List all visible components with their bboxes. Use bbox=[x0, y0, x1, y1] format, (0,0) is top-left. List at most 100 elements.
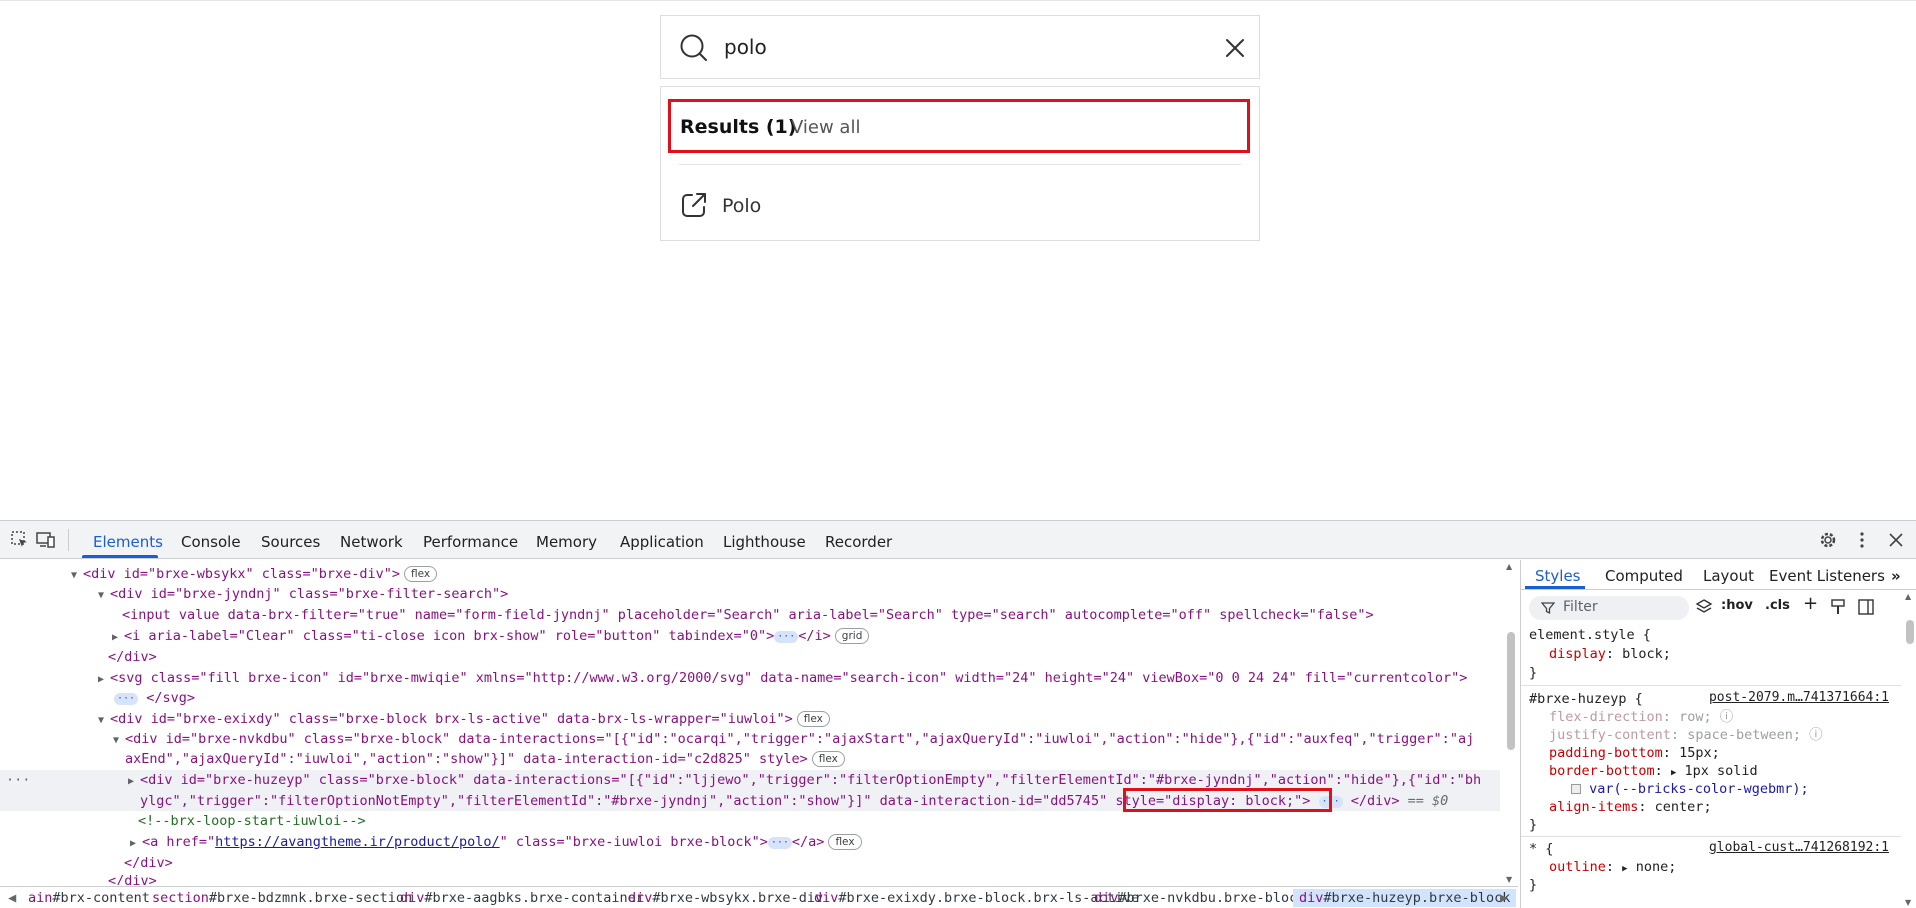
dom-node[interactable]: ▼ <div id="brxe-wbsykx" class="brxe-div">… bbox=[0, 564, 1500, 584]
class-toggle[interactable]: .cls bbox=[1765, 598, 1790, 613]
rule-source-link[interactable]: global-cust…741268192:1 bbox=[1709, 840, 1889, 855]
scroll-up-icon[interactable]: ▲ bbox=[1905, 592, 1911, 601]
more-tabs-icon[interactable]: » bbox=[1891, 567, 1901, 585]
rule-close: } bbox=[1529, 817, 1538, 833]
hover-state-toggle[interactable]: :hov bbox=[1721, 598, 1753, 613]
ellipsis-icon[interactable]: ··· bbox=[767, 837, 792, 849]
dom-node[interactable]: <input value data-brx-filter="true" name… bbox=[0, 605, 1500, 625]
rule-declaration[interactable]: flex-direction: row; ⓘ bbox=[1549, 708, 1733, 726]
dom-node[interactable]: ▼ <div id="brxe-jyndnj" class="brxe-filte… bbox=[0, 584, 1500, 604]
breadcrumb-item[interactable]: div#brxe-exixdy.brxe-block.brx-ls-active bbox=[814, 889, 1139, 907]
product-link[interactable]: https://avangtheme.ir/product/polo/ bbox=[215, 834, 499, 850]
dom-scrollbar[interactable]: ▲ ▼ bbox=[1504, 560, 1518, 886]
dom-node[interactable]: </div> bbox=[0, 853, 1500, 873]
dom-node[interactable]: ▶ <a href="https://avangtheme.ir/product/… bbox=[0, 832, 1500, 852]
dom-node[interactable]: ▼ <div id="brxe-exixdy" class="brxe-block… bbox=[0, 709, 1500, 729]
breadcrumb-item[interactable]: section#brxe-bdzmnk.brxe-section bbox=[152, 889, 412, 907]
dom-node[interactable]: ▼ <div id="brxe-nvkdbu" class="brxe-block… bbox=[0, 729, 1500, 749]
rule-declaration[interactable]: align-items: center; bbox=[1549, 798, 1712, 816]
active-tab-indicator bbox=[1525, 586, 1585, 589]
rule-divider bbox=[1521, 685, 1901, 686]
scroll-down-icon[interactable]: ▼ bbox=[1905, 898, 1911, 907]
styles-filter-input[interactable]: Filter bbox=[1529, 596, 1689, 620]
dom-node[interactable]: </div> bbox=[0, 871, 1500, 885]
breadcrumb-item[interactable]: div#brxe-aagbks.brxe-container bbox=[400, 889, 644, 907]
collapse-arrow-icon[interactable]: ▼ bbox=[113, 731, 125, 749]
layers-icon[interactable] bbox=[1695, 598, 1713, 616]
tab-application[interactable]: Application bbox=[620, 533, 704, 551]
dom-node[interactable]: ▶ <svg class="fill brxe-icon" id="brxe-mw… bbox=[0, 668, 1500, 688]
tab-network[interactable]: Network bbox=[340, 533, 403, 551]
dom-node[interactable]: </div> bbox=[0, 647, 1500, 667]
close-icon[interactable] bbox=[1221, 34, 1249, 62]
collapse-arrow-icon[interactable]: ▼ bbox=[71, 566, 83, 584]
tab-layout[interactable]: Layout bbox=[1703, 567, 1754, 585]
collapse-arrow-icon[interactable]: ▼ bbox=[98, 711, 110, 729]
layout-badge[interactable]: flex bbox=[403, 566, 438, 582]
tab-computed[interactable]: Computed bbox=[1605, 567, 1683, 585]
devtools-tabbar: Elements Console Sources Network Perform… bbox=[0, 521, 1916, 559]
node-actions-icon[interactable]: ··· bbox=[6, 770, 30, 790]
expand-arrow-icon[interactable]: ▶ bbox=[130, 834, 142, 852]
breadcrumb: ◀ ain#brx-content section#brxe-bdzmnk.br… bbox=[0, 886, 1518, 908]
breadcrumb-scroll-left-icon[interactable]: ◀ bbox=[0, 889, 16, 907]
dom-node[interactable]: ▶ <i aria-label="Clear" class="ti-close i… bbox=[0, 626, 1500, 646]
expand-arrow-icon[interactable]: ▶ bbox=[128, 772, 140, 792]
tab-styles[interactable]: Styles bbox=[1535, 567, 1581, 585]
scroll-down-icon[interactable]: ▼ bbox=[1506, 875, 1512, 884]
layout-badge[interactable]: grid bbox=[834, 628, 870, 644]
layout-badge[interactable]: flex bbox=[828, 834, 862, 850]
rule-source-link[interactable]: post-2079.m…741371664:1 bbox=[1709, 690, 1889, 705]
paint-brush-icon[interactable] bbox=[1829, 598, 1847, 616]
tab-memory[interactable]: Memory bbox=[536, 533, 597, 551]
search-input[interactable]: polo bbox=[724, 32, 767, 62]
ellipsis-icon[interactable]: ··· bbox=[114, 693, 139, 705]
close-devtools-icon[interactable] bbox=[1886, 530, 1906, 550]
sidebar-toggle-icon[interactable] bbox=[1857, 598, 1875, 616]
tab-event-listeners[interactable]: Event Listeners bbox=[1769, 567, 1885, 585]
dom-node[interactable]: axEnd","ajaxQueryId":"iuwloi","action":"… bbox=[0, 749, 1500, 769]
more-options-icon[interactable] bbox=[1852, 530, 1872, 550]
add-rule-icon[interactable]: + bbox=[1803, 593, 1818, 614]
result-item-polo[interactable]: Polo bbox=[679, 189, 979, 225]
tab-console[interactable]: Console bbox=[181, 533, 241, 551]
color-swatch[interactable] bbox=[1571, 784, 1581, 794]
breadcrumb-item[interactable]: div#brxe-nvkdbu.brxe-block bbox=[1094, 889, 1305, 907]
device-toolbar-icon[interactable] bbox=[36, 530, 56, 550]
rule-declaration[interactable]: display: block; bbox=[1549, 645, 1671, 663]
layout-badge[interactable]: flex bbox=[811, 751, 845, 767]
breadcrumb-scroll-right-icon[interactable]: ▶ bbox=[1500, 889, 1508, 907]
info-icon: ⓘ bbox=[1719, 709, 1734, 725]
dom-node[interactable]: ··· </svg> bbox=[0, 688, 1500, 708]
breadcrumb-item[interactable]: ain#brx-content bbox=[28, 889, 150, 907]
tab-sources[interactable]: Sources bbox=[261, 533, 320, 551]
tab-performance[interactable]: Performance bbox=[423, 533, 518, 551]
expand-arrow-icon[interactable]: ▶ bbox=[1671, 768, 1676, 778]
tab-lighthouse[interactable]: Lighthouse bbox=[723, 533, 806, 551]
settings-gear-icon[interactable] bbox=[1818, 530, 1838, 550]
search-box[interactable]: polo bbox=[660, 15, 1260, 79]
breadcrumb-item-active[interactable]: div#brxe-huzeyp.brxe-block bbox=[1293, 889, 1517, 907]
layout-badge[interactable]: flex bbox=[796, 711, 830, 727]
rule-declaration[interactable]: border-bottom: ▶ 1px solid bbox=[1549, 762, 1758, 780]
expand-arrow-icon[interactable]: ▶ bbox=[112, 628, 124, 646]
dom-node[interactable]: <!--brx-loop-start-iuwloi--> bbox=[0, 811, 1500, 831]
rule-declaration[interactable]: outline: ▶ none; bbox=[1549, 858, 1676, 876]
scroll-up-icon[interactable]: ▲ bbox=[1506, 562, 1512, 571]
collapse-arrow-icon[interactable]: ▼ bbox=[98, 586, 110, 604]
dom-tree[interactable]: ▼ <div id="brxe-wbsykx" class="brxe-div">… bbox=[0, 560, 1500, 886]
styles-scrollbar[interactable]: ▲ ▼ bbox=[1903, 590, 1916, 908]
scrollbar-thumb[interactable] bbox=[1906, 620, 1914, 644]
rule-declaration[interactable]: padding-bottom: 15px; bbox=[1549, 744, 1720, 762]
rule-declaration-value[interactable]: var(--bricks-color-wgebmr); bbox=[1571, 780, 1809, 798]
expand-arrow-icon[interactable]: ▶ bbox=[1622, 864, 1627, 874]
expand-arrow-icon[interactable]: ▶ bbox=[98, 670, 110, 688]
rule-declaration[interactable]: justify-content: space-between; ⓘ bbox=[1549, 726, 1823, 744]
scrollbar-thumb[interactable] bbox=[1507, 632, 1515, 750]
breadcrumb-item[interactable]: div#brxe-wbsykx.brxe-div bbox=[628, 889, 823, 907]
view-all-link[interactable]: View all bbox=[791, 116, 860, 140]
tab-recorder[interactable]: Recorder bbox=[825, 533, 892, 551]
ellipsis-icon[interactable]: ··· bbox=[774, 631, 799, 643]
tab-elements[interactable]: Elements bbox=[93, 533, 163, 551]
inspect-element-icon[interactable] bbox=[10, 530, 30, 550]
